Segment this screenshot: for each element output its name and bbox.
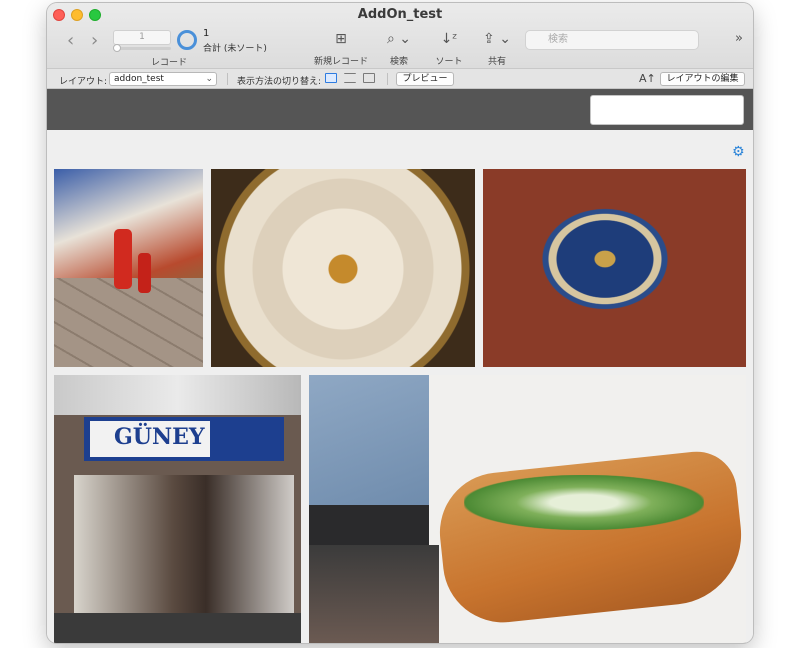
found-summary: 合計 (未ソート) [203, 44, 267, 54]
app-window: AddOn_test ‹ › 1 レコード 1 合計 (未ソート) ⊞ 新規レコ… [47, 3, 753, 643]
new-record-label: 新規レコード [313, 57, 368, 67]
record-slider[interactable] [113, 47, 171, 50]
layout-body: ⚙ GÜNEY [47, 130, 753, 643]
photo-ground [54, 613, 301, 643]
layout-bar: レイアウト: addon_test ⌄ 表示方法の切り替え: プレビュー A↑ … [47, 69, 753, 89]
chevron-down-icon: ⌄ [205, 74, 213, 84]
title-bar: AddOn_test ‹ › 1 レコード 1 合計 (未ソート) ⊞ 新規レコ… [47, 3, 753, 69]
photo-dome [213, 169, 473, 367]
sort-button[interactable]: ↓ᶻ ソート [429, 29, 469, 67]
photo-shopfront[interactable]: GÜNEY [54, 375, 301, 643]
next-record-icon[interactable]: › [91, 32, 98, 50]
divider [387, 73, 388, 85]
share-button[interactable]: ⇪ ⌄ 共有 [477, 29, 517, 67]
photo-extinguisher [114, 229, 132, 289]
photo-awning [54, 375, 301, 415]
found-count: 1 [203, 28, 210, 39]
photo-shop-interior [74, 475, 294, 635]
sort-label: ソート [435, 57, 463, 67]
share-icon: ⇪ ⌄ [483, 31, 511, 47]
photo-fish-sandwich[interactable] [309, 375, 746, 643]
layout-label: レイアウト: [59, 77, 108, 87]
divider [227, 73, 228, 85]
view-as-label: 表示方法の切り替え: [237, 77, 322, 87]
share-label: 共有 [487, 57, 506, 67]
record-slider-knob[interactable] [113, 44, 121, 52]
header-band [47, 89, 753, 130]
found-set-pie-icon [177, 30, 197, 50]
header-text-field[interactable] [590, 95, 744, 125]
photo-ornamental-ceiling[interactable] [483, 169, 746, 367]
magnifier-icon: ⌕ ⌄ [386, 31, 412, 47]
photo-sign-text: GÜNEY [114, 424, 205, 450]
text-format-icon[interactable]: A↑ [639, 72, 656, 85]
table-view-icon[interactable] [363, 73, 375, 83]
photo-dome-ceiling[interactable] [211, 169, 475, 367]
record-label: レコード [151, 58, 188, 68]
gear-icon[interactable]: ⚙ [732, 144, 745, 160]
window-title: AddOn_test [357, 7, 443, 22]
form-view-icon[interactable] [325, 73, 337, 83]
find-label: 検索 [389, 57, 408, 67]
layout-select-value: addon_test [114, 74, 164, 84]
photo-denim [309, 375, 449, 505]
photo-extinguisher-small [138, 253, 151, 293]
photo-medallion [530, 199, 680, 319]
photo-hand [309, 545, 439, 643]
previous-record-icon[interactable]: ‹ [67, 32, 74, 50]
preview-button[interactable]: プレビュー [396, 72, 454, 86]
photo-fire-extinguisher[interactable] [54, 169, 203, 367]
photo-floor [54, 277, 203, 367]
new-record-button[interactable]: ⊞ 新規レコード [313, 29, 369, 67]
find-button[interactable]: ⌕ ⌄ 検索 [377, 29, 421, 67]
list-view-icon[interactable] [344, 73, 356, 83]
sort-icon: ↓ᶻ [440, 31, 458, 47]
plus-square-icon: ⊞ [335, 31, 347, 47]
toolbar-overflow-icon[interactable]: » [735, 31, 743, 46]
record-number-field[interactable]: 1 [113, 30, 171, 45]
photo-lettuce [464, 475, 704, 530]
layout-select[interactable]: addon_test ⌄ [109, 72, 217, 86]
edit-layout-button[interactable]: レイアウトの編集 [660, 72, 745, 86]
quick-find-input[interactable]: 検索 [525, 30, 699, 50]
